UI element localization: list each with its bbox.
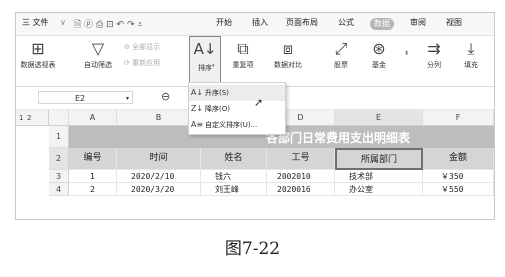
data-ribbon: ⊞ 数据透视表 ▽ 自动筛选 ⊘ 全部显示 ⟳ 重新应用 A↓ 排序 ▾ ⧉ 重…	[16, 36, 494, 87]
pivot-table-button[interactable]: ⊞ 数据透视表	[20, 38, 56, 70]
quick-access-toolbar: 🗎 ⓟ ⎙ ⊡ ↶ ↷ ⩡	[74, 17, 142, 33]
tab-home[interactable]: 开始	[216, 17, 232, 29]
autofilter-button[interactable]: ▽ 自动筛选	[80, 38, 116, 70]
column-header-e[interactable]: E	[335, 110, 423, 126]
mouse-pointer-icon: ➚	[254, 96, 264, 109]
table-cell[interactable]: 技术部	[335, 170, 423, 183]
header-cell[interactable]: 编号	[69, 148, 117, 170]
file-menu-chevron-icon[interactable]: ∨	[60, 17, 66, 29]
reapply-button[interactable]: ⟳ 重新应用	[124, 58, 160, 68]
export-pdf-icon[interactable]: ⓟ	[84, 20, 93, 30]
outline-level-2[interactable]: 2	[27, 110, 31, 126]
customize-toolbar-icon[interactable]: ⩡	[137, 20, 142, 30]
header-cell[interactable]: 工号	[267, 148, 335, 170]
stock-chart-icon: ⤢	[334, 39, 348, 58]
table-cell[interactable]: ￥550	[423, 183, 494, 196]
table-cell[interactable]: 1	[69, 170, 117, 183]
show-all-button[interactable]: ⊘ 全部显示	[124, 42, 160, 52]
split-column-icon: ⇉	[427, 39, 441, 58]
table-cell[interactable]: ￥350	[423, 170, 494, 183]
pivot-table-icon: ⊞	[31, 39, 45, 58]
sort-descending-item[interactable]: Z↓ 降序(O)	[189, 101, 285, 117]
table-cell[interactable]: 2020016	[267, 183, 335, 196]
menu-bar: 三 文件 ∨ 🗎 ⓟ ⎙ ⊡ ↶ ↷ ⩡ 开始 插入 页面布局 公式 数据 审阅…	[16, 13, 494, 36]
tab-view[interactable]: 视图	[446, 17, 462, 29]
sheet-title: 各部门日常费用支出明细表	[266, 131, 411, 145]
save-icon[interactable]: 🗎	[74, 20, 81, 30]
row-header-2[interactable]: 2	[49, 148, 69, 170]
duplicates-button[interactable]: ⧉ 重复项	[226, 38, 260, 70]
print-preview-icon[interactable]: ⊡	[106, 20, 114, 30]
sort-ascending-item[interactable]: A↓ 升序(S)	[189, 85, 285, 101]
fund-icon: ⊛	[372, 39, 386, 58]
table-cell[interactable]: 刘王峰	[201, 183, 267, 196]
table-cell[interactable]: 办公室	[335, 183, 423, 196]
redo-icon[interactable]: ↷	[127, 20, 135, 30]
column-header-f[interactable]: F	[423, 110, 494, 126]
chevron-down-icon: ▾	[212, 63, 215, 69]
select-all-corner[interactable]	[49, 110, 69, 126]
compare-icon: ⧈	[282, 39, 294, 58]
table-cell[interactable]: 2020/3/20	[117, 183, 201, 196]
split-column-button[interactable]: ⇉ 分列	[420, 38, 448, 70]
table-cell[interactable]: 2020/2/10	[117, 170, 201, 183]
header-cell[interactable]: 金额	[423, 148, 494, 170]
header-cell[interactable]: 时间	[117, 148, 201, 170]
custom-sort-item[interactable]: A≡ 自定义排序(U)...	[189, 117, 285, 133]
sort-descending-icon: Z↓	[190, 104, 204, 113]
tab-data[interactable]: 数据	[370, 18, 394, 30]
fund-button[interactable]: ⊛ 基金	[364, 38, 394, 70]
header-cell[interactable]: 姓名	[201, 148, 267, 170]
table-cell[interactable]: 2	[69, 183, 117, 196]
table-cell[interactable]: 2002010	[267, 170, 335, 183]
tab-formulas[interactable]: 公式	[338, 17, 354, 29]
tab-review[interactable]: 审阅	[410, 17, 426, 29]
sort-icon: A↓	[193, 40, 217, 58]
column-header-a[interactable]: A	[69, 110, 117, 126]
zoom-icon[interactable]: ⊖	[161, 90, 170, 103]
undo-icon[interactable]: ↶	[117, 20, 125, 30]
custom-sort-icon: A≡	[190, 120, 204, 129]
figure-caption: 图7-22	[224, 239, 281, 259]
tab-page-layout[interactable]: 页面布局	[286, 17, 318, 29]
file-menu[interactable]: 三 文件	[22, 17, 49, 29]
outline-level-1[interactable]: 1	[19, 110, 23, 126]
fill-down-icon: ⤓	[467, 39, 475, 58]
compare-button[interactable]: ⧈ 数据对比	[268, 38, 308, 70]
sort-dropdown-menu: A↓ 升序(S) Z↓ 降序(O) A≡ 自定义排序(U)...	[188, 82, 286, 135]
stock-button[interactable]: ⤢ 股票	[326, 38, 356, 70]
name-box-dropdown-icon[interactable]: ▾	[126, 92, 129, 105]
tab-insert[interactable]: 插入	[252, 17, 268, 29]
active-header-cell[interactable]: 所属部门	[335, 148, 423, 170]
row-header-3[interactable]: 3	[49, 170, 69, 183]
fill-button[interactable]: ⤓ 填充	[456, 38, 486, 70]
name-box[interactable]: E2 ▾	[38, 91, 133, 104]
row-header-4[interactable]: 4	[49, 183, 69, 196]
print-icon[interactable]: ⎙	[96, 20, 103, 30]
row-header-1[interactable]: 1	[49, 126, 69, 148]
ribbon-scroll-icon[interactable]: ⬍	[404, 50, 409, 57]
outline-levels: 1 2	[16, 110, 49, 126]
sort-button[interactable]: A↓ 排序 ▾	[189, 36, 221, 86]
sort-ascending-icon: A↓	[190, 88, 204, 97]
table-cell[interactable]: 钱六	[201, 170, 267, 183]
duplicates-icon: ⧉	[237, 39, 249, 58]
filter-icon: ▽	[91, 39, 105, 58]
